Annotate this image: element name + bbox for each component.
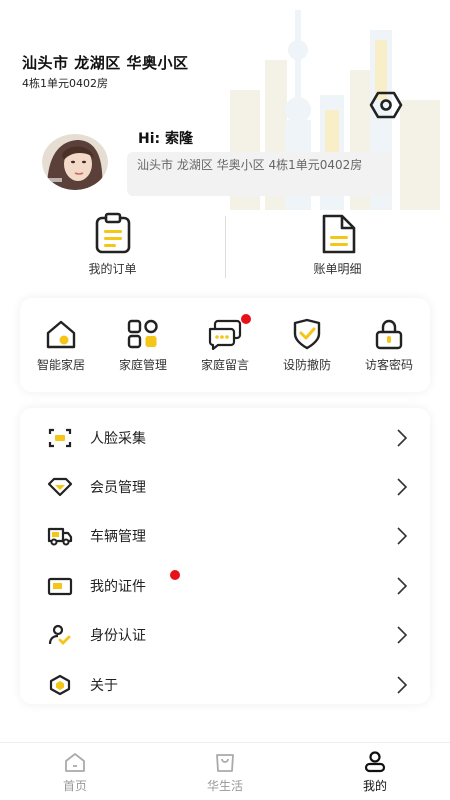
nav-home-label: 首页	[62, 779, 87, 793]
bill-details-label: 账单明细	[313, 262, 362, 276]
truck-icon	[47, 528, 73, 546]
chevron-right-icon	[397, 626, 408, 644]
message-badge	[241, 314, 251, 324]
person-icon	[364, 751, 386, 773]
menu-item-about[interactable]: 关于	[20, 660, 430, 709]
lock-icon	[375, 319, 403, 350]
house-icon	[65, 753, 85, 772]
bottom-navigation: 首页 华生活 我的	[0, 742, 450, 800]
chevron-right-icon	[397, 478, 408, 496]
nav-mine[interactable]: 我的	[300, 743, 450, 800]
id-card-icon	[47, 577, 73, 595]
clipboard-icon	[95, 212, 130, 254]
documents-badge	[170, 570, 180, 581]
diamond-icon	[47, 477, 73, 497]
quick-actions-divider	[225, 216, 226, 278]
nav-hua-life[interactable]: 华生活	[150, 743, 300, 800]
family-message-label: 家庭留言	[200, 358, 249, 372]
chevron-right-icon	[397, 577, 408, 595]
about-label: 关于	[90, 677, 118, 694]
user-greeting: Hi: 索隆	[138, 131, 193, 147]
visitor-password-label: 访客密码	[364, 358, 413, 372]
menu-item-my-documents[interactable]: 我的证件	[20, 561, 430, 610]
face-scan-icon	[48, 428, 72, 447]
hexagon-info-icon	[49, 674, 71, 695]
membership-label: 会员管理	[90, 480, 146, 497]
vehicles-label: 车辆管理	[90, 529, 146, 546]
bill-details-button[interactable]: 账单明细	[225, 212, 450, 284]
visitor-password-button[interactable]: 访客密码	[348, 298, 430, 392]
settings-hexagon-icon	[369, 91, 403, 119]
bag-icon	[216, 754, 234, 772]
settings-button[interactable]	[368, 89, 404, 121]
home-icon	[46, 320, 76, 349]
my-documents-label: 我的证件	[90, 578, 146, 595]
identity-verification-label: 身份认证	[90, 628, 146, 645]
address-unit: 4栋1单元0402房	[22, 77, 108, 90]
menu-item-vehicles[interactable]: 车辆管理	[20, 512, 430, 561]
services-card: 智能家居 家庭管理 家庭留言 设防撤防 访客密码	[20, 298, 430, 392]
nav-home[interactable]: 首页	[0, 743, 150, 800]
message-icon	[208, 319, 242, 350]
arm-disarm-label: 设防撤防	[282, 358, 331, 372]
menu-item-face-capture[interactable]: 人脸采集	[20, 413, 430, 462]
chevron-right-icon	[397, 527, 408, 546]
full-address-box: 汕头市 龙湖区 华奥小区 4栋1单元0402房	[127, 152, 392, 196]
grid-icon	[127, 319, 158, 349]
smart-home-button[interactable]: 智能家居	[20, 298, 102, 392]
user-check-icon	[48, 625, 71, 646]
address-header: 汕头市 龙湖区 华奥小区 4栋1单元0402房	[22, 52, 188, 91]
my-orders-label: 我的订单	[88, 262, 137, 276]
address-title: 汕头市 龙湖区 华奥小区	[22, 54, 189, 72]
shield-check-icon	[293, 318, 321, 350]
family-management-button[interactable]: 家庭管理	[102, 298, 184, 392]
chevron-right-icon	[397, 429, 408, 447]
my-orders-button[interactable]: 我的订单	[0, 212, 225, 284]
settings-menu-card: 人脸采集 会员管理 车辆管理 我的证件 身份认证 关于	[20, 408, 430, 704]
chevron-right-icon	[397, 676, 408, 694]
nav-hua-life-label: 华生活	[206, 779, 243, 793]
nav-mine-label: 我的	[362, 779, 387, 793]
menu-item-identity-verification[interactable]: 身份认证	[20, 611, 430, 660]
face-capture-label: 人脸采集	[90, 430, 146, 447]
family-management-label: 家庭管理	[118, 358, 167, 372]
arm-disarm-button[interactable]: 设防撤防	[266, 298, 348, 392]
family-message-button[interactable]: 家庭留言	[184, 298, 266, 392]
document-icon	[322, 214, 355, 254]
menu-item-membership[interactable]: 会员管理	[20, 462, 430, 511]
avatar[interactable]	[42, 134, 108, 190]
smart-home-label: 智能家居	[36, 358, 85, 372]
